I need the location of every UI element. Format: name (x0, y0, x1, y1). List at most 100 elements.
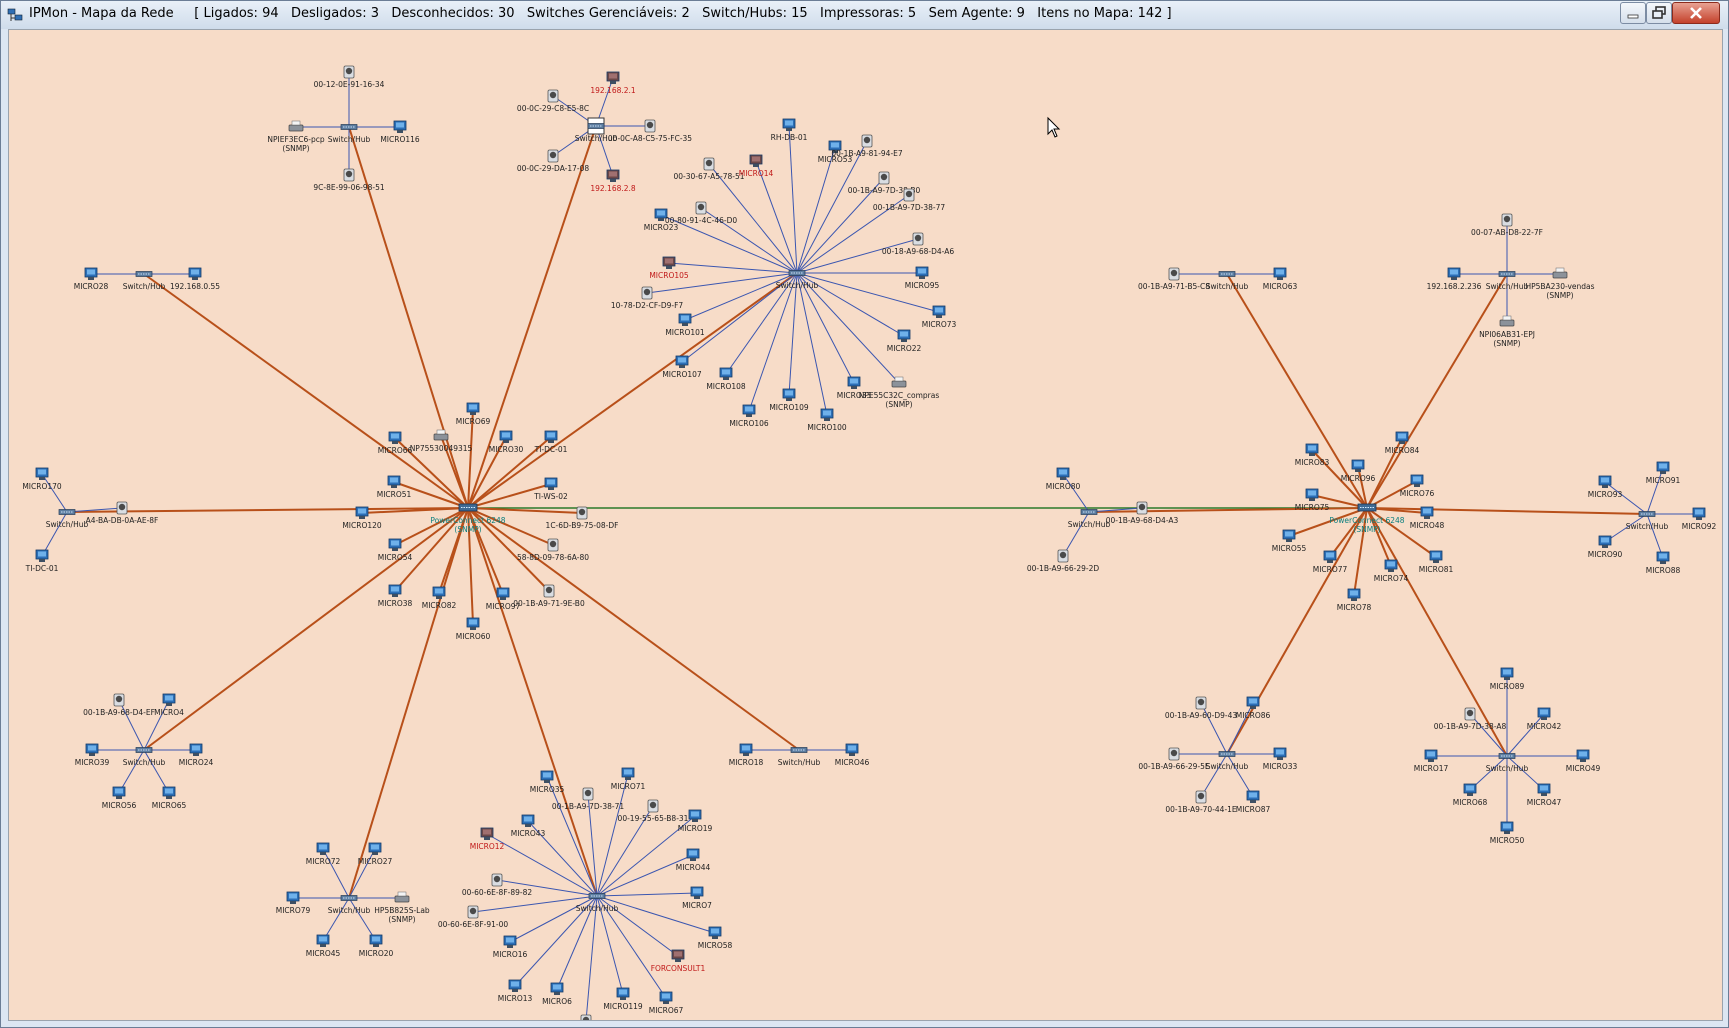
device-micro82[interactable]: MICRO82 (422, 586, 457, 610)
device-micro88[interactable]: MICRO88 (1646, 551, 1681, 575)
device-00-1b-a9-7d-38-a8[interactable]: 00-1B-A9-7D-38-A8 (1434, 707, 1507, 731)
device-micro30[interactable]: MICRO30 (489, 430, 524, 454)
maximize-button[interactable] (1646, 2, 1672, 24)
device-micro54[interactable]: MICRO54 (378, 538, 413, 562)
device-micro45[interactable]: MICRO45 (306, 934, 341, 958)
device-00-1b-a9-60-d9-43[interactable]: 00-1B-A9-60-D9-43 (1165, 696, 1238, 720)
device-00-1b-a9-68-d4-ef[interactable]: 00-1B-A9-68-D4-EF (83, 693, 155, 717)
device-00-1b-a9-66-29-5e[interactable]: 00-1B-A9-66-29-5E (1138, 747, 1210, 771)
title-bar[interactable]: IPMon - Mapa da Rede [ Ligados: 94 Desli… (1, 1, 1728, 29)
device-micro108[interactable]: MICRO108 (706, 367, 746, 391)
device-micro20[interactable]: MICRO20 (359, 934, 394, 958)
device-micro38[interactable]: MICRO38 (378, 584, 413, 608)
device-ti-dc-01[interactable]: TI-DC-01 (534, 430, 568, 454)
device-hp5ba230-vendas-snmp[interactable]: HP5BA230-vendas (SNMP) (1525, 267, 1595, 300)
device-00-e8-01-02-93-f7[interactable]: 00-E8-01-02-93-F7 (551, 1014, 622, 1020)
device-192-168-2-1[interactable]: 192.168.2.1 (590, 71, 636, 95)
device-forconsult1[interactable]: FORCONSULT1 (651, 949, 706, 973)
device-micro18[interactable]: MICRO18 (729, 743, 764, 767)
device-micro17[interactable]: MICRO17 (1414, 749, 1449, 773)
device-00-18-a9-68-d4-a6[interactable]: 00-18-A9-68-D4-A6 (882, 232, 954, 256)
device-micro90[interactable]: MICRO90 (1588, 535, 1623, 559)
device-micro106[interactable]: MICRO106 (729, 404, 769, 428)
device-1c-6d-b9-75-08-df[interactable]: 1C-6D-B9-75-08-DF (546, 506, 619, 530)
device-micro71[interactable]: MICRO71 (611, 767, 646, 791)
device-micro43[interactable]: MICRO43 (511, 814, 546, 838)
device-micro105[interactable]: MICRO105 (649, 256, 689, 280)
device-micro42[interactable]: MICRO42 (1527, 707, 1562, 731)
device-micro33[interactable]: MICRO33 (1263, 747, 1298, 771)
device-micro68[interactable]: MICRO68 (1453, 783, 1488, 807)
device-192-168-2-236[interactable]: 192.168.2.236 (1427, 267, 1482, 291)
network-map-canvas[interactable]: 00-12-0E-91-16-34 NPIEF3EC6-pcp (SNMP) MICR… (8, 29, 1723, 1021)
device-00-1b-a9-66-29-2d[interactable]: 00-1B-A9-66-29-2D (1027, 549, 1100, 573)
device-00-07-ab-d8-22-7f[interactable]: 00-07-AB-D8-22-7F (1471, 213, 1543, 237)
device-ti-ws-02[interactable]: TI-WS-02 (533, 477, 568, 501)
device-micro80[interactable]: MICRO80 (1046, 467, 1081, 491)
device-hp5b825s-lab-snmp[interactable]: HP5B825S-Lab (SNMP) (374, 891, 430, 924)
device-micro47[interactable]: MICRO47 (1527, 783, 1562, 807)
device-micro72[interactable]: MICRO72 (306, 842, 341, 866)
device-micro4[interactable]: MICRO4 (154, 693, 184, 717)
device-micro93[interactable]: MICRO93 (1588, 475, 1623, 499)
device-58-8d-09-78-6a-80[interactable]: 58-8D-09-78-6A-80 (517, 538, 589, 562)
device-micro39[interactable]: MICRO39 (75, 743, 110, 767)
device-npief3ec6-pcp-snmp[interactable]: NPIEF3EC6-pcp (SNMP) (267, 120, 325, 153)
device-micro170[interactable]: MICRO170 (22, 467, 62, 491)
device-micro6[interactable]: MICRO6 (542, 982, 572, 1006)
device-micro12[interactable]: MICRO12 (470, 827, 505, 851)
switch-hub-h8[interactable]: Switch/Hub (576, 893, 619, 914)
device-micro83[interactable]: MICRO83 (1295, 443, 1330, 467)
device-9c-8e-99-06-98-51[interactable]: 9C-8E-99-06-98-51 (313, 168, 385, 192)
device-192-168-2-8[interactable]: 192.168.2.8 (590, 169, 636, 193)
device-micro119[interactable]: MICRO119 (603, 987, 643, 1011)
device-npi06ab31-epj-snmp[interactable]: NPI06AB31-EPJ (SNMP) (1479, 315, 1535, 348)
device-micro56[interactable]: MICRO56 (102, 786, 137, 810)
device-micro24[interactable]: MICRO24 (179, 743, 214, 767)
device-micro58[interactable]: MICRO58 (698, 926, 733, 950)
close-button[interactable] (1672, 2, 1720, 24)
device-micro79[interactable]: MICRO79 (276, 891, 311, 915)
device-np75530049315[interactable]: NP75530049315 (410, 429, 473, 453)
device-micro73[interactable]: MICRO73 (922, 305, 957, 329)
device-00-30-67-a5-78-51[interactable]: 00-30-67-A5-78-51 (674, 157, 745, 181)
device-micro78[interactable]: MICRO78 (1337, 588, 1372, 612)
device-00-0c-29-da-17-08[interactable]: 00-0C-29-DA-17-08 (517, 149, 590, 173)
device-micro50[interactable]: MICRO50 (1490, 821, 1525, 845)
device-10-78-d2-cf-d9-f7[interactable]: 10-78-D2-CF-D9-F7 (611, 286, 684, 310)
device-micro89[interactable]: MICRO89 (1490, 667, 1525, 691)
device-a4-ba-db-0a-ae-8f[interactable]: A4-BA-DB-0A-AE-8F (86, 501, 159, 525)
minimize-button[interactable] (1620, 2, 1646, 24)
device-micro77[interactable]: MICRO77 (1313, 550, 1348, 574)
device-00-0c-29-c8-e5-8c[interactable]: 00-0C-29-C8-E5-8C (517, 89, 589, 113)
device-micro33[interactable]: MICRO33 (837, 376, 872, 400)
device-00-60-6e-8f-89-82[interactable]: 00-60-6E-8F-89-82 (462, 873, 533, 897)
device-00-12-0e-91-16-34[interactable]: 00-12-0E-91-16-34 (314, 65, 385, 89)
device-00-1b-a9-71-9e-b0[interactable]: 00-1B-A9-71-9E-B0 (513, 584, 585, 608)
network-map[interactable]: 00-12-0E-91-16-34 NPIEF3EC6-pcp (SNMP) MICR… (9, 30, 1722, 1020)
switch-hub-h2[interactable]: Switch/Hub (575, 117, 618, 143)
device-micro87[interactable]: MICRO87 (1236, 790, 1271, 814)
device-00-60-6e-8f-91-00[interactable]: 00-60-6E-8F-91-00 (438, 905, 509, 929)
device-00-80-91-4c-46-d0[interactable]: 00-80-91-4C-46-D0 (665, 201, 737, 225)
device-rh-db-01[interactable]: RH-DB-01 (771, 118, 808, 142)
device-micro63[interactable]: MICRO63 (1263, 267, 1298, 291)
device-00-1b-a9-81-94-e7[interactable]: 00-1B-A9-81-94-E7 (831, 134, 903, 158)
device-micro28[interactable]: MICRO28 (74, 267, 109, 291)
device-micro49[interactable]: MICRO49 (1566, 749, 1601, 773)
device-micro22[interactable]: MICRO22 (887, 329, 922, 353)
device-micro95[interactable]: MICRO95 (905, 266, 940, 290)
device-micro69[interactable]: MICRO69 (456, 402, 491, 426)
device-micro107[interactable]: MICRO107 (662, 355, 702, 379)
device-micro46[interactable]: MICRO46 (835, 743, 870, 767)
device-micro65[interactable]: MICRO65 (152, 786, 187, 810)
device-micro120[interactable]: MICRO120 (342, 506, 382, 530)
device-192-168-0-55[interactable]: 192.168.0.55 (170, 267, 220, 291)
device-00-19-55-65-b8-31[interactable]: 00-19-55-65-B8-31 (618, 799, 689, 823)
device-micro51[interactable]: MICRO51 (377, 475, 412, 499)
resize-grip[interactable] (1715, 1019, 1727, 1027)
device-00-1b-a9-68-d4-a3[interactable]: 00-1B-A9-68-D4-A3 (1106, 501, 1179, 525)
device-00-1b-a9-71-b5-c8[interactable]: 00-1B-A9-71-B5-C8 (1138, 267, 1210, 291)
device-micro116[interactable]: MICRO116 (380, 120, 420, 144)
device-micro55[interactable]: MICRO55 (1272, 529, 1307, 553)
